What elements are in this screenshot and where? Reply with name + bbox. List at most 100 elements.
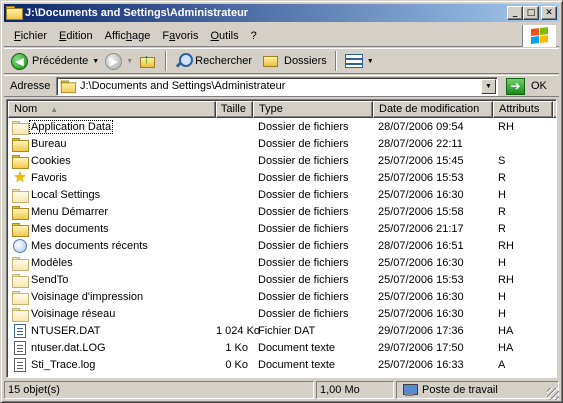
table-row[interactable]: Sti_Trace.log 0 Ko Document texte 25/07/200… bbox=[8, 356, 553, 373]
back-dropdown-icon[interactable]: ▼ bbox=[92, 58, 99, 65]
column-header-attributes[interactable]: Attributs bbox=[493, 101, 553, 118]
toolbar: ◀ Précédente ▼ ▶ ▼ ↑ Rechercher Dossiers… bbox=[4, 48, 559, 74]
cell-attributes: H bbox=[498, 188, 506, 201]
column-header-date[interactable]: Date de modification bbox=[373, 101, 493, 118]
table-row[interactable]: Voisinage réseau Dossier de fichiers 25/07… bbox=[8, 305, 553, 322]
table-row[interactable]: Bureau Dossier de fichiers 28/07/2006 22:1… bbox=[8, 135, 553, 152]
file-name[interactable]: Application Data bbox=[28, 119, 114, 134]
go-arrow-icon: ➔ bbox=[506, 77, 525, 95]
address-dropdown-button[interactable]: ▼ bbox=[481, 78, 496, 94]
column-header-filler bbox=[553, 101, 556, 118]
address-input[interactable]: J:\Documents and Settings\Administrateur… bbox=[56, 76, 498, 96]
forward-dropdown-icon[interactable]: ▼ bbox=[126, 58, 133, 65]
table-row[interactable]: Cookies Dossier de fichiers 25/07/2006 15:… bbox=[8, 152, 553, 169]
toolbar-separator bbox=[165, 51, 168, 71]
search-button[interactable]: Rechercher bbox=[172, 50, 255, 72]
cell-type: Dossier de fichiers bbox=[258, 273, 349, 286]
table-row[interactable]: Application Data Dossier de fichiers 28/07… bbox=[8, 118, 553, 135]
file-list[interactable]: Nom ▲ Taille Type Date de modification A… bbox=[6, 99, 557, 378]
cell-date: 29/07/2006 17:50 bbox=[378, 341, 464, 354]
cell-attributes: S bbox=[498, 154, 506, 167]
cell-name: ★ Favoris bbox=[8, 170, 216, 185]
cell-date: 28/07/2006 16:51 bbox=[378, 239, 464, 252]
file-name[interactable]: Sti_Trace.log bbox=[30, 359, 96, 371]
menu-item[interactable]: Favoris bbox=[156, 30, 204, 42]
cell-date: 25/07/2006 16:30 bbox=[378, 256, 464, 269]
menu-item[interactable]: ? bbox=[245, 30, 263, 42]
cell-name: Modèles bbox=[8, 256, 216, 271]
cell-date: 25/07/2006 15:53 bbox=[378, 171, 464, 184]
cell-type: Dossier de fichiers bbox=[258, 171, 349, 184]
close-button[interactable]: ✕ bbox=[541, 6, 557, 20]
cell-attributes: HA bbox=[498, 341, 514, 354]
table-row[interactable]: Voisinage d'impression Dossier de fichier… bbox=[8, 288, 553, 305]
file-name[interactable]: Mes documents bbox=[30, 223, 110, 235]
cell-type: Dossier de fichiers bbox=[258, 290, 349, 303]
file-name[interactable]: ntuser.dat.LOG bbox=[30, 342, 107, 354]
table-row[interactable]: Mes documents Dossier de fichiers 25/07/20… bbox=[8, 220, 553, 237]
cell-date: 25/07/2006 16:30 bbox=[378, 188, 464, 201]
menu-item[interactable]: Affichage bbox=[99, 30, 157, 42]
window-title: J:\Documents and Settings\Administrateur bbox=[25, 7, 249, 19]
windows-flag-icon bbox=[530, 27, 549, 45]
file-name[interactable]: Modèles bbox=[30, 257, 74, 269]
resize-grip[interactable] bbox=[547, 388, 559, 400]
go-button[interactable]: ➔ OK bbox=[506, 77, 547, 95]
back-button[interactable]: ◀ Précédente ▼ bbox=[8, 50, 102, 72]
hidden-folder-icon bbox=[12, 307, 29, 322]
file-name[interactable]: Menu Démarrer bbox=[30, 206, 109, 218]
forward-button[interactable]: ▶ ▼ bbox=[102, 50, 136, 72]
toolbar-separator bbox=[334, 51, 337, 71]
cell-name: SendTo bbox=[8, 273, 216, 288]
folders-label: Dossiers bbox=[284, 55, 327, 67]
folder-icon bbox=[60, 80, 77, 94]
file-name[interactable]: Voisinage d'impression bbox=[30, 291, 144, 303]
file-name[interactable]: Voisinage réseau bbox=[30, 308, 116, 320]
explorer-window: J:\Documents and Settings\Administrateur… bbox=[0, 0, 563, 403]
cell-attributes: H bbox=[498, 307, 506, 320]
cell-name: NTUSER.DAT bbox=[8, 323, 216, 338]
address-value[interactable]: J:\Documents and Settings\Administrateur bbox=[80, 80, 481, 92]
cell-name: Menu Démarrer bbox=[8, 205, 216, 220]
maximize-button[interactable]: □ bbox=[523, 6, 539, 20]
views-button[interactable]: ▼ bbox=[342, 50, 377, 72]
table-row[interactable]: ntuser.dat.LOG 1 Ko Document texte 29/07/20… bbox=[8, 339, 553, 356]
status-location: Poste de travail bbox=[396, 381, 559, 399]
menu-item[interactable]: Fichier bbox=[8, 30, 53, 42]
table-row[interactable]: SendTo Dossier de fichiers 25/07/2006 15:5… bbox=[8, 271, 553, 288]
menu-item[interactable]: Edition bbox=[53, 30, 99, 42]
file-name[interactable]: Local Settings bbox=[30, 189, 101, 201]
table-row[interactable]: ★ Favoris Dossier de fichiers 25/07/2006 15… bbox=[8, 169, 553, 186]
table-row[interactable]: Modèles Dossier de fichiers 25/07/2006 16:… bbox=[8, 254, 553, 271]
column-header-type[interactable]: Type bbox=[253, 101, 373, 118]
windows-logo bbox=[522, 25, 556, 47]
table-row[interactable]: NTUSER.DAT 1 024 Ko Fichier DAT 29/07/2006 … bbox=[8, 322, 553, 339]
file-name[interactable]: Mes documents récents bbox=[30, 240, 149, 252]
table-row[interactable]: Local Settings Dossier de fichiers 25/07/2… bbox=[8, 186, 553, 203]
title-bar[interactable]: J:\Documents and Settings\Administrateur… bbox=[4, 4, 559, 22]
folders-button[interactable]: Dossiers bbox=[259, 50, 330, 72]
menu-item[interactable]: Outils bbox=[204, 30, 244, 42]
file-name[interactable]: Cookies bbox=[30, 155, 72, 167]
folder-icon bbox=[12, 222, 29, 237]
folder-icon bbox=[12, 137, 29, 152]
go-label: OK bbox=[531, 80, 547, 92]
file-name[interactable]: Favoris bbox=[30, 172, 68, 184]
column-header-size[interactable]: Taille bbox=[216, 101, 253, 118]
cell-type: Dossier de fichiers bbox=[258, 120, 349, 133]
minimize-button[interactable]: _ bbox=[507, 6, 523, 20]
column-header-name[interactable]: Nom ▲ bbox=[8, 101, 216, 118]
cell-name: Mes documents récents bbox=[8, 238, 216, 253]
up-folder-button[interactable]: ↑ bbox=[136, 50, 160, 72]
cell-type: Dossier de fichiers bbox=[258, 307, 349, 320]
cell-name: Voisinage réseau bbox=[8, 307, 216, 322]
table-row[interactable]: Menu Démarrer Dossier de fichiers 25/07/20… bbox=[8, 203, 553, 220]
cell-attributes: HA bbox=[498, 324, 514, 337]
cell-attributes: H bbox=[498, 290, 506, 303]
cell-date: 25/07/2006 16:30 bbox=[378, 290, 464, 303]
status-location-label: Poste de travail bbox=[422, 384, 498, 396]
table-row[interactable]: Mes documents récents Dossier de fichiers… bbox=[8, 237, 553, 254]
file-name[interactable]: SendTo bbox=[30, 274, 69, 286]
file-name[interactable]: Bureau bbox=[30, 138, 67, 150]
file-name[interactable]: NTUSER.DAT bbox=[30, 325, 101, 337]
